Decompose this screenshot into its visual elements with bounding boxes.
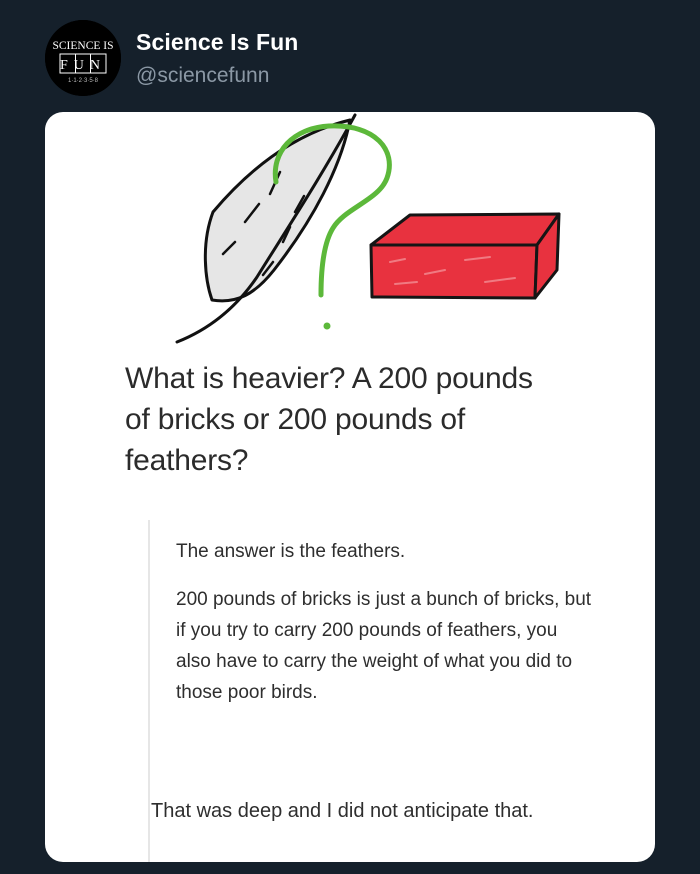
avatar-line1: SCIENCE IS (52, 40, 113, 52)
avatar[interactable]: SCIENCE IS FUN 1·1·2·3·5·8 (45, 20, 121, 96)
tweet-media-card[interactable]: What is heavier? A 200 pounds of bricks … (45, 112, 655, 862)
quote-divider (148, 520, 150, 862)
illustration (175, 113, 561, 344)
brick-icon (369, 212, 561, 300)
answer-intro: The answer is the feathers. (176, 541, 406, 562)
feather-icon (175, 113, 357, 344)
question-text: What is heavier? A 200 pounds of bricks … (125, 362, 533, 477)
logo-icon: SCIENCE IS FUN 1·1·2·3·5·8 (45, 20, 121, 96)
quoted-answer: The answer is the feathers. 200 pounds o… (176, 536, 596, 708)
display-name[interactable]: Science Is Fun (136, 29, 298, 56)
response-text: That was deep and I did not anticipate t… (151, 800, 534, 822)
answer-body: 200 pounds of bricks is just a bunch of … (176, 589, 592, 703)
avatar-line3: 1·1·2·3·5·8 (68, 78, 99, 84)
avatar-line2: FUN (60, 58, 106, 73)
handle[interactable]: @sciencefunn (136, 64, 269, 88)
tweet-header: SCIENCE IS FUN 1·1·2·3·5·8 Science Is Fu… (45, 20, 645, 100)
